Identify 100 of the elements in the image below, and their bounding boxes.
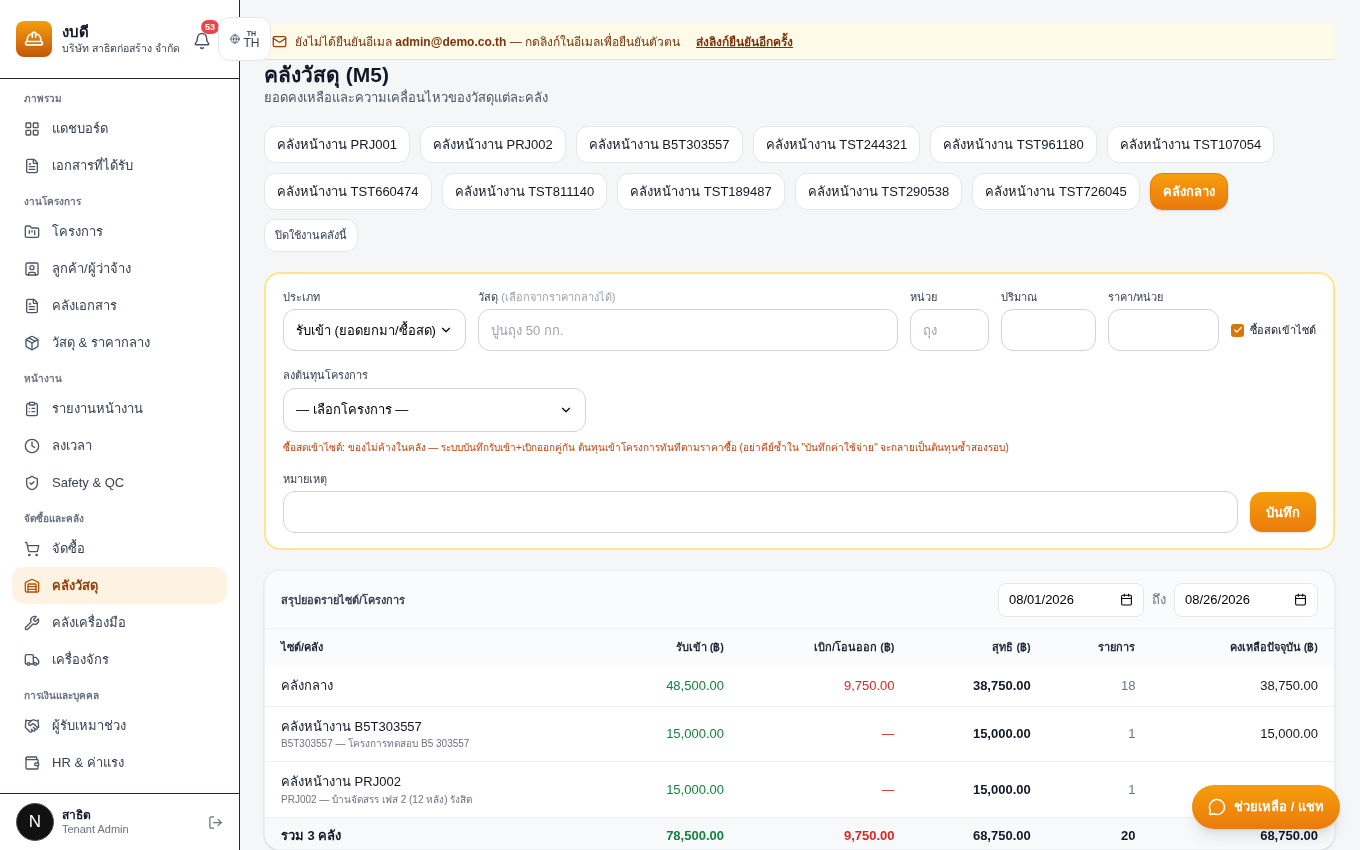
section-label: การเงินและบุคคล [23, 689, 100, 704]
warehouse-name: คลังหน้างาน PRJ002 [281, 773, 402, 792]
document-icon [24, 157, 40, 174]
column-header: รับเข้า (฿) [603, 629, 740, 666]
date-from-field[interactable]: 08/01/2026 [998, 582, 1144, 617]
field-label: ประเภท [283, 289, 321, 305]
warehouse-name: คลังกลาง [281, 676, 334, 695]
sidebar-item[interactable]: เอกสารที่ได้รับ [12, 147, 227, 184]
warehouse-chip[interactable]: คลังหน้างาน B5T303557 [575, 125, 743, 163]
total-label: รวม 3 คลัง [265, 817, 604, 849]
summary-title: สรุปยอดรายไซต์/โครงการ [281, 592, 406, 608]
field-label: ลงต้นทุนโครงการ [283, 368, 369, 384]
document-icon [24, 297, 40, 314]
user-role: Tenant Admin [62, 822, 129, 837]
table-cell: 18 [1046, 665, 1152, 707]
table-cell: 9,750.00 [740, 665, 911, 707]
warehouse-icon [24, 577, 40, 594]
warehouse-chip[interactable]: คลังหน้างาน TST811140 [441, 172, 608, 210]
grid-icon [24, 120, 40, 137]
sidebar-item[interactable]: HR & ค่าแรง [12, 744, 227, 781]
warehouse-chip[interactable]: คลังหน้างาน TST244321 [752, 125, 921, 163]
table-cell: 15,000.00 [910, 761, 1047, 818]
column-header: ไซต์/คลัง [265, 629, 604, 666]
project-select[interactable]: — เลือกโครงการ — [283, 387, 586, 432]
sidebar-item[interactable]: โครงการ [12, 213, 227, 250]
resend-link[interactable]: ส่งลิงก์ยืนยันอีกครั้ง [696, 32, 794, 51]
quantity-field[interactable] [1001, 309, 1097, 352]
table-cell: 9,750.00 [740, 817, 911, 849]
page-subtitle: ยอดคงเหลือและความเคลื่อนไหวของวัสดุแต่ละคลัง [264, 88, 1335, 108]
sidebar-item[interactable]: จัดซื้อ [12, 530, 227, 567]
table-cell: — [740, 706, 911, 762]
sidebar-item[interactable]: คลังเครื่องมือ [12, 604, 227, 641]
warehouse-name: คลังหน้างาน B5T303557 [281, 717, 423, 736]
purchase-note: ซื้อสดเข้าไซต์: ของไม่ค้างในคลัง — ระบบบันทึกรับเข้า+เบิกออกคู่กัน ต้นทุนเข้าโครงการทันทีตามราคาซื้อ (อย่าคีย์ซ้ำใน "บันทึกค่าใช้จ่าย" จะกลายเป็นต้นทุนซ้ำสองรอบ) [283, 439, 1010, 455]
material-field[interactable]: ปูนถุง 50 กก. [478, 309, 898, 352]
logout-icon[interactable] [208, 814, 223, 830]
logo-icon [16, 21, 52, 57]
table-cell: 1 [1046, 761, 1152, 818]
calendar-icon [1294, 593, 1307, 607]
section-label: งานโครงการ [23, 195, 82, 209]
banner-text: ยังไม่ได้ยืนยันอีเมล admin@demo.co.th — กดลิงก์ในอีเมลเพื่อยืนยันตัวตน [295, 32, 681, 51]
page-title: คลังวัสดุ (M5) [264, 62, 389, 88]
date-to-field[interactable]: 08/26/2026 [1174, 582, 1318, 617]
mail-icon [272, 34, 287, 49]
table-cell: 48,500.00 [603, 665, 740, 707]
sidebar-item[interactable]: ผู้รับเหมาช่วง [12, 707, 227, 744]
sidebar-item[interactable]: เครื่องจักร [12, 641, 227, 678]
section-label: จัดซื้อและคลัง [23, 510, 85, 526]
avatar[interactable]: N [16, 803, 54, 841]
table-cell: 68,750.00 [910, 817, 1047, 849]
warehouse-chip[interactable]: คลังหน้างาน TST961180 [930, 125, 1097, 163]
handshake-icon [24, 717, 40, 734]
unit-field[interactable]: ถุง [909, 309, 990, 352]
field-label: หมายเหตุ [283, 471, 328, 488]
warehouse-chip[interactable]: คลังหน้างาน TST290538 [794, 172, 963, 210]
table-cell: 78,500.00 [603, 817, 740, 849]
field-label: หน่วย [909, 289, 938, 305]
folder-icon [24, 223, 40, 240]
sidebar-item[interactable]: วัสดุ & ราคากลาง [12, 324, 227, 361]
sidebar-item[interactable]: แดชบอร์ด [12, 110, 227, 147]
table-cell: 38,750.00 [1151, 665, 1334, 707]
table-cell: 20 [1046, 817, 1152, 849]
price-field[interactable] [1108, 309, 1219, 352]
warehouse-chip[interactable]: คลังหน้างาน TST726045 [972, 172, 1140, 210]
table-cell: 38,750.00 [910, 665, 1047, 707]
section-label: ภาพรวม [23, 92, 63, 106]
brand-name: งบดี [62, 23, 90, 42]
warehouse-chip[interactable]: คลังหน้างาน PRJ001 [264, 125, 410, 163]
field-label: ราคา/หน่วย [1108, 289, 1165, 305]
disable-warehouse-button[interactable]: ปิดใช้งานคลังนี้ [264, 218, 358, 252]
wallet-icon [24, 754, 40, 771]
warehouse-chip[interactable]: คลังหน้างาน TST189487 [617, 172, 785, 210]
project-caption: PRJ002 — บ้านจัดสรร เฟส 2 (12 หลัง) รังสิต [281, 792, 474, 807]
type-select[interactable]: รับเข้า (ยอดยกมา/ซื้อสด) [283, 309, 467, 352]
sidebar-item[interactable]: รายงานหน้างาน [12, 390, 227, 427]
column-header: รายการ [1046, 629, 1152, 666]
checkbox[interactable] [1231, 323, 1244, 337]
sidebar-item[interactable]: Safety & QC [12, 464, 227, 501]
sidebar-item[interactable]: ลงเวลา [12, 427, 227, 464]
table-cell: 15,000.00 [1151, 706, 1334, 762]
wrench-icon [24, 614, 40, 631]
sidebar-item[interactable]: คลังเอกสาร [12, 287, 227, 324]
user-name: สาธิต [62, 807, 92, 823]
column-header: เบิก/โอนออก (฿) [740, 629, 911, 666]
sidebar-item[interactable]: ลูกค้า/ผู้ว่าจ้าง [12, 250, 227, 287]
checkbox-label: ซื้อสดเข้าไซต์ [1250, 322, 1316, 338]
warehouse-chip[interactable]: คลังหน้างาน TST107054 [1106, 125, 1275, 163]
remark-field[interactable] [283, 491, 1238, 534]
warehouse-chip[interactable]: คลังหน้างาน TST660474 [264, 172, 432, 210]
warehouse-chip[interactable]: คลังหน้างาน PRJ002 [419, 125, 566, 163]
sidebar-item[interactable]: คลังวัสดุ [12, 567, 227, 604]
project-caption: B5T303557 — โครงการทดสอบ B5 303557 [281, 737, 471, 752]
company-name: บริษัท สาธิตก่อสร้าง จำกัด [62, 41, 180, 55]
clock-icon [24, 437, 40, 454]
truck-icon [24, 651, 40, 668]
table-cell: 15,000.00 [603, 761, 740, 818]
shield-check-icon [24, 474, 40, 491]
contact-card-icon [24, 260, 40, 277]
table-cell: 15,000.00 [603, 706, 740, 762]
section-label: หน้างาน [23, 372, 63, 386]
